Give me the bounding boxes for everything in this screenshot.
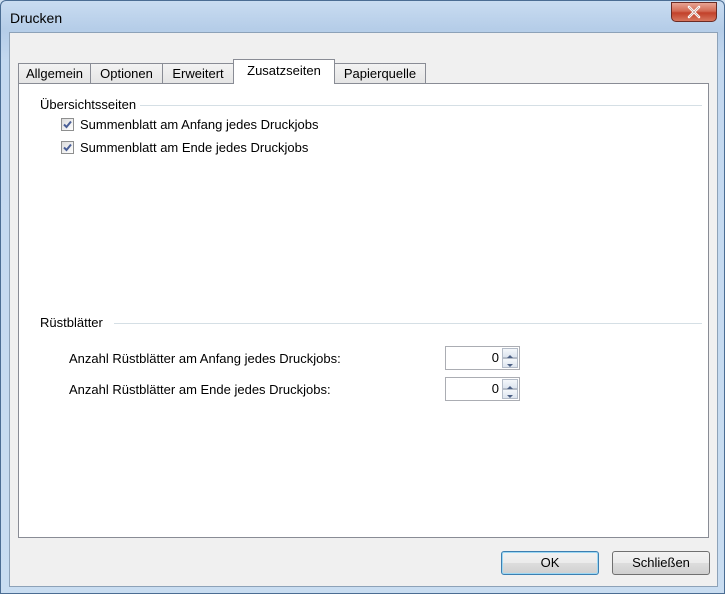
- checkbox-label: Summenblatt am Anfang jedes Druckjobs: [80, 117, 319, 132]
- tab-zusatzseiten[interactable]: Zusatzseiten: [233, 59, 335, 84]
- ok-button[interactable]: OK: [501, 551, 599, 575]
- spinner-down-button[interactable]: [502, 358, 518, 368]
- checkbox-label: Summenblatt am Ende jedes Druckjobs: [80, 140, 309, 155]
- print-dialog-window: Drucken Allgemein Optionen Erweitert Zus…: [0, 0, 725, 594]
- close-button[interactable]: Schließen: [612, 551, 710, 575]
- setup-start-label: Anzahl Rüstblätter am Anfang jedes Druck…: [69, 351, 341, 366]
- arrow-down-icon: [507, 395, 513, 398]
- spinner-up-button[interactable]: [502, 379, 518, 389]
- tab-allgemein[interactable]: Allgemein: [18, 63, 91, 84]
- window-title: Drucken: [10, 10, 63, 26]
- group-divider-overview: [136, 105, 702, 106]
- checkbox-box[interactable]: [61, 118, 74, 131]
- close-icon: [687, 5, 701, 19]
- spinner-down-button[interactable]: [502, 389, 518, 399]
- tab-optionen[interactable]: Optionen: [90, 63, 163, 84]
- spinner-buttons: [502, 379, 518, 399]
- group-divider-setup: [114, 323, 702, 324]
- setup-start-spinner[interactable]: 0: [445, 346, 520, 370]
- checkbox-box[interactable]: [61, 141, 74, 154]
- spinner-value[interactable]: 0: [492, 350, 499, 365]
- tab-papierquelle[interactable]: Papierquelle: [334, 63, 426, 84]
- setup-end-spinner[interactable]: 0: [445, 377, 520, 401]
- tab-erweitert[interactable]: Erweitert: [162, 63, 234, 84]
- checkmark-icon: [63, 143, 72, 152]
- close-window-button[interactable]: [671, 2, 717, 22]
- group-title-overview: Übersichtsseiten: [40, 97, 141, 112]
- title-bar[interactable]: Drucken: [1, 1, 724, 33]
- spinner-value[interactable]: 0: [492, 381, 499, 396]
- tab-panel-zusatzseiten: Übersichtsseiten Summenblatt am Anfang j…: [18, 83, 709, 538]
- setup-end-label: Anzahl Rüstblätter am Ende jedes Druckjo…: [69, 382, 331, 397]
- arrow-down-icon: [507, 364, 513, 367]
- spinner-buttons: [502, 348, 518, 368]
- dialog-body: Allgemein Optionen Erweitert Zusatzseite…: [9, 32, 718, 587]
- checkmark-icon: [63, 120, 72, 129]
- spinner-up-button[interactable]: [502, 348, 518, 358]
- group-title-setup: Rüstblätter: [40, 315, 107, 330]
